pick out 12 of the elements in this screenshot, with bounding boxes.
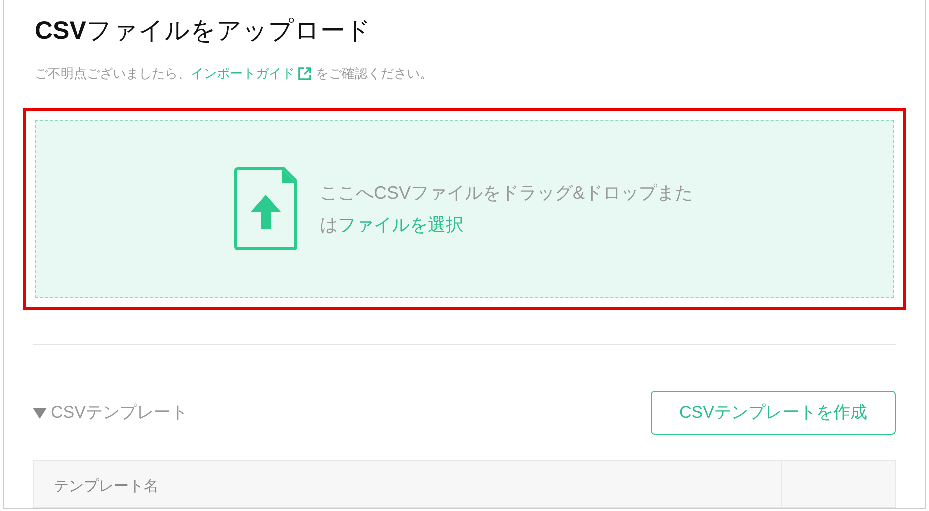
- file-dropzone[interactable]: ここへCSVファイルをドラッグ&ドロップまたはファイルを選択: [35, 120, 894, 298]
- external-link-icon: [298, 67, 312, 81]
- select-file-link[interactable]: ファイルを選択: [338, 215, 464, 235]
- dropzone-text: ここへCSVファイルをドラッグ&ドロップまたはファイルを選択: [320, 182, 694, 237]
- page-title: CSVファイルをアップロード: [35, 16, 372, 47]
- caret-icon: [33, 407, 47, 419]
- template-section-toggle[interactable]: CSVテンプレート: [33, 400, 188, 426]
- import-guide-link[interactable]: インポートガイド: [191, 64, 312, 84]
- column-header: テンプレート名: [53, 477, 160, 497]
- help-text: ご不明点ございましたら、インポートガイド をご確認ください。: [35, 64, 906, 84]
- create-template-button[interactable]: CSVテンプレートを作成: [651, 391, 896, 435]
- file-upload-icon: [234, 167, 298, 251]
